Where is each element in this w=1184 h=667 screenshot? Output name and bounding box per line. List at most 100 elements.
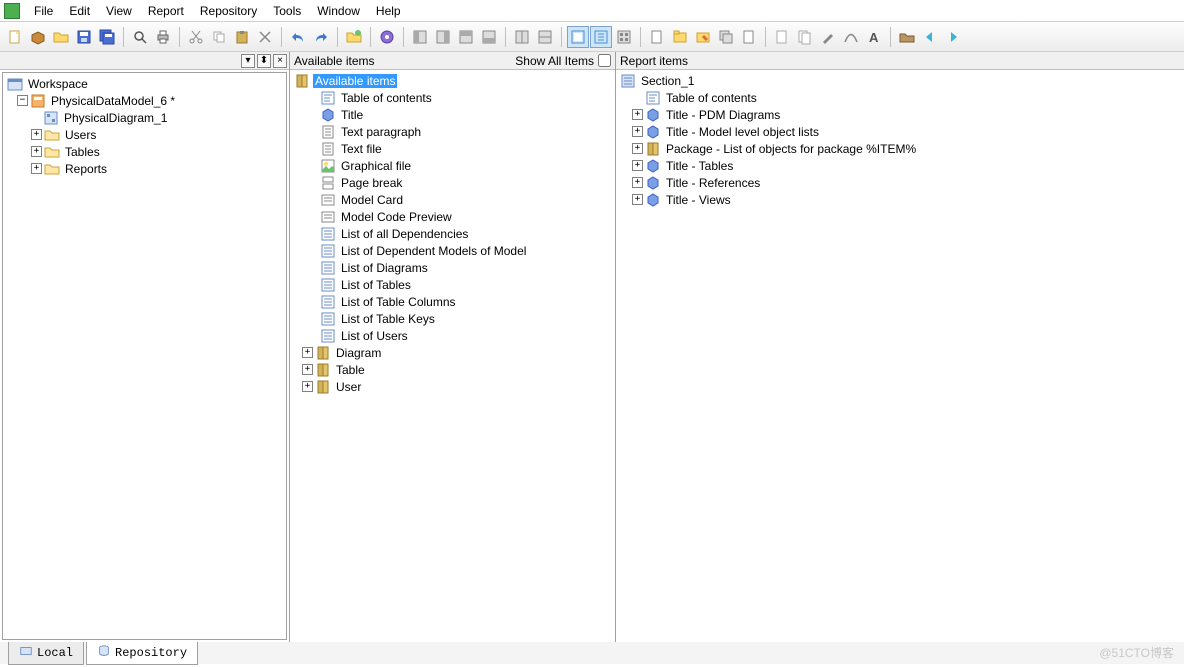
pen-icon[interactable] xyxy=(817,26,839,48)
workspace-root[interactable]: Workspace xyxy=(5,75,284,92)
available-item[interactable]: List of Tables xyxy=(292,276,613,293)
tables-folder[interactable]: + Tables xyxy=(5,143,284,160)
expander-icon[interactable]: + xyxy=(632,160,643,171)
layout5-icon[interactable] xyxy=(511,26,533,48)
available-item[interactable]: Text paragraph xyxy=(292,123,613,140)
menu-edit[interactable]: Edit xyxy=(61,1,98,21)
expander-icon[interactable]: + xyxy=(31,163,42,174)
new-item-icon[interactable] xyxy=(646,26,668,48)
panel-close-icon[interactable]: × xyxy=(273,54,287,68)
docs-icon[interactable] xyxy=(794,26,816,48)
new-report-folder-icon[interactable] xyxy=(343,26,365,48)
expander-icon[interactable]: − xyxy=(17,95,28,106)
expander-icon[interactable]: + xyxy=(302,347,313,358)
users-folder[interactable]: + Users xyxy=(5,126,284,143)
available-diagram[interactable]: + Diagram xyxy=(292,344,613,361)
expander-icon[interactable]: + xyxy=(632,194,643,205)
available-item[interactable]: Table of contents xyxy=(292,89,613,106)
expander-icon[interactable]: + xyxy=(632,109,643,120)
diagram-node[interactable]: PhysicalDiagram_1 xyxy=(5,109,284,126)
panel-pin-icon[interactable]: ⬍ xyxy=(257,54,271,68)
available-tree[interactable]: Available items Table of contentsTitleTe… xyxy=(290,70,615,642)
redo-icon[interactable] xyxy=(310,26,332,48)
available-item[interactable]: Text file xyxy=(292,140,613,157)
open-box-icon[interactable] xyxy=(27,26,49,48)
copy-icon[interactable] xyxy=(208,26,230,48)
text-a-icon[interactable]: A xyxy=(863,26,885,48)
panel-dropdown-icon[interactable]: ▾ xyxy=(241,54,255,68)
report-item[interactable]: +Title - Model level object lists xyxy=(618,123,1182,140)
expander-icon[interactable]: + xyxy=(31,146,42,157)
available-item[interactable]: List of Dependent Models of Model xyxy=(292,242,613,259)
paste-icon[interactable] xyxy=(231,26,253,48)
report-item[interactable]: +Title - Views xyxy=(618,191,1182,208)
available-item[interactable]: List of Diagrams xyxy=(292,259,613,276)
pkg-edit-icon[interactable] xyxy=(692,26,714,48)
available-item[interactable]: Page break xyxy=(292,174,613,191)
save-all-icon[interactable] xyxy=(96,26,118,48)
layout8-icon[interactable] xyxy=(590,26,612,48)
expander-icon[interactable]: + xyxy=(632,177,643,188)
show-all-checkbox[interactable] xyxy=(598,54,611,67)
menu-repository[interactable]: Repository xyxy=(192,1,265,21)
layout2-icon[interactable] xyxy=(432,26,454,48)
workspace-tree[interactable]: Workspace − PhysicalDataModel_6 * Physic… xyxy=(2,72,287,640)
arrow-right-icon[interactable] xyxy=(942,26,964,48)
available-item[interactable]: Model Card xyxy=(292,191,613,208)
layout3-icon[interactable] xyxy=(455,26,477,48)
available-item[interactable]: Title xyxy=(292,106,613,123)
available-item[interactable]: Graphical file xyxy=(292,157,613,174)
menu-view[interactable]: View xyxy=(98,1,140,21)
expander-icon[interactable]: + xyxy=(302,364,313,375)
expander-icon[interactable]: + xyxy=(632,126,643,137)
repository-tab[interactable]: Repository xyxy=(86,642,198,665)
available-item[interactable]: Model Code Preview xyxy=(292,208,613,225)
available-user[interactable]: + User xyxy=(292,378,613,395)
available-table[interactable]: + Table xyxy=(292,361,613,378)
report-item[interactable]: Table of contents xyxy=(618,89,1182,106)
new-icon[interactable] xyxy=(4,26,26,48)
layout7-icon[interactable] xyxy=(567,26,589,48)
available-item[interactable]: List of Table Keys xyxy=(292,310,613,327)
properties-icon[interactable] xyxy=(376,26,398,48)
menu-help[interactable]: Help xyxy=(368,1,409,21)
available-item[interactable]: List of Users xyxy=(292,327,613,344)
layout6-icon[interactable] xyxy=(534,26,556,48)
report-item[interactable]: +Title - Tables xyxy=(618,157,1182,174)
stamp-icon[interactable] xyxy=(896,26,918,48)
available-item[interactable]: List of all Dependencies xyxy=(292,225,613,242)
cut-icon[interactable] xyxy=(185,26,207,48)
report-item[interactable]: +Title - References xyxy=(618,174,1182,191)
pkg-copy-icon[interactable] xyxy=(715,26,737,48)
layout1-icon[interactable] xyxy=(409,26,431,48)
doc-icon[interactable] xyxy=(771,26,793,48)
print-icon[interactable] xyxy=(152,26,174,48)
find-icon[interactable] xyxy=(129,26,151,48)
section-root[interactable]: Section_1 xyxy=(618,72,1182,89)
curve-icon[interactable] xyxy=(840,26,862,48)
open-folder-icon[interactable] xyxy=(50,26,72,48)
undo-icon[interactable] xyxy=(287,26,309,48)
report-tree[interactable]: Section_1 Table of contents+Title - PDM … xyxy=(616,70,1184,642)
model-node[interactable]: − PhysicalDataModel_6 * xyxy=(5,92,284,109)
reports-folder[interactable]: + Reports xyxy=(5,160,284,177)
report-item[interactable]: +Package - List of objects for package %… xyxy=(618,140,1182,157)
expander-icon[interactable]: + xyxy=(31,129,42,140)
pkg-yellow-icon[interactable] xyxy=(669,26,691,48)
page-icon[interactable] xyxy=(738,26,760,48)
menu-report[interactable]: Report xyxy=(140,1,192,21)
local-tab[interactable]: Local xyxy=(8,642,84,665)
menu-file[interactable]: File xyxy=(26,1,61,21)
available-root[interactable]: Available items xyxy=(292,72,613,89)
layout9-icon[interactable] xyxy=(613,26,635,48)
layout4-icon[interactable] xyxy=(478,26,500,48)
save-icon[interactable] xyxy=(73,26,95,48)
menu-tools[interactable]: Tools xyxy=(265,1,309,21)
report-item[interactable]: +Title - PDM Diagrams xyxy=(618,106,1182,123)
delete-icon[interactable] xyxy=(254,26,276,48)
arrow-left-icon[interactable] xyxy=(919,26,941,48)
expander-icon[interactable]: + xyxy=(632,143,643,154)
available-item[interactable]: List of Table Columns xyxy=(292,293,613,310)
expander-icon[interactable]: + xyxy=(302,381,313,392)
menu-window[interactable]: Window xyxy=(309,1,368,21)
